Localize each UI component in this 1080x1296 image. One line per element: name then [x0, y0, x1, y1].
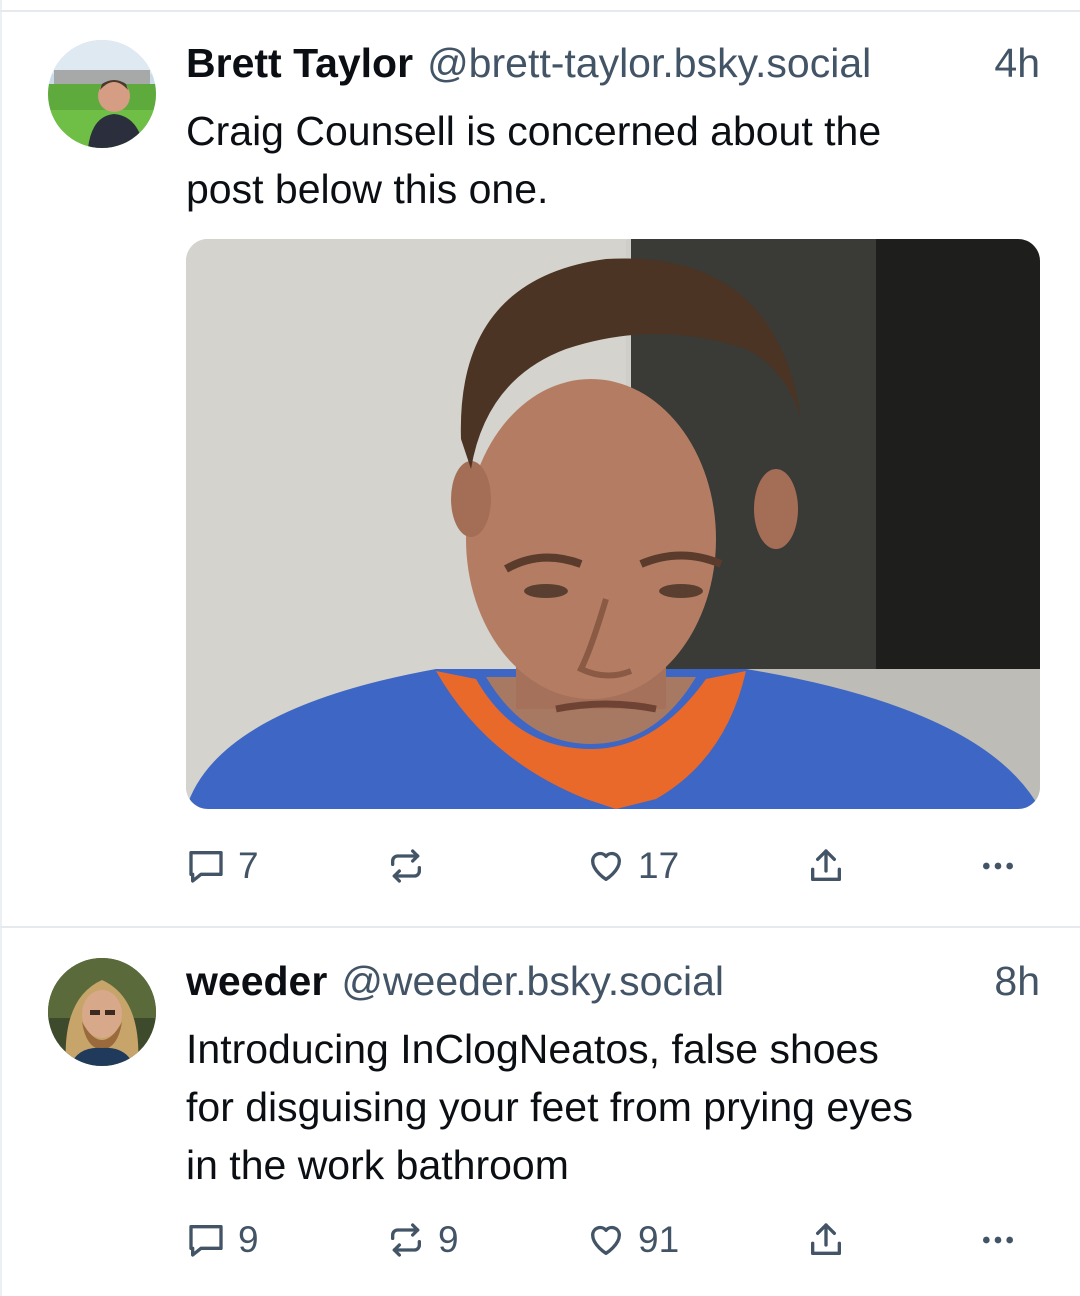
share-button[interactable] — [806, 842, 846, 890]
feed-post[interactable]: Brett Taylor @brett-taylor.bsky.social 4… — [0, 0, 1080, 926]
share-button[interactable] — [806, 1216, 846, 1264]
repost-arrows-icon — [386, 1220, 426, 1260]
post-text-line: Introducing InClogNeatos, false shoes — [186, 1026, 879, 1072]
post-text-line: for disguising your feet from prying eye… — [186, 1084, 913, 1130]
reply-count: 9 — [238, 1219, 259, 1260]
post-actions: 9 9 91 — [186, 1216, 1040, 1264]
repost-button[interactable] — [386, 842, 438, 890]
post-text: Introducing InClogNeatos, false shoes fo… — [186, 1020, 1040, 1194]
like-count: 17 — [638, 845, 680, 886]
post-image[interactable] — [186, 239, 1040, 809]
speech-bubble-icon — [186, 846, 226, 886]
share-arrow-icon — [806, 846, 846, 886]
reply-count: 7 — [238, 845, 259, 886]
reply-button[interactable]: 9 — [186, 1216, 259, 1264]
post-text-line: in the work bathroom — [186, 1142, 569, 1188]
post-header: Brett Taylor @brett-taylor.bsky.social 4… — [186, 40, 1040, 96]
post-text-line: post below this one. — [186, 166, 549, 212]
author-name[interactable]: Brett Taylor — [186, 40, 413, 87]
heart-icon — [586, 846, 626, 886]
avatar[interactable] — [48, 40, 156, 148]
like-count: 91 — [638, 1219, 680, 1260]
post-actions: 7 17 — [186, 842, 1040, 890]
post-timestamp[interactable]: 8h — [994, 958, 1040, 1005]
like-button[interactable]: 17 — [586, 842, 679, 890]
author-handle[interactable]: @brett-taylor.bsky.social — [427, 40, 871, 87]
repost-count: 9 — [438, 1219, 459, 1260]
post-text: Craig Counsell is concerned about the po… — [186, 102, 1040, 218]
like-button[interactable]: 91 — [586, 1216, 679, 1264]
post-header: weeder @weeder.bsky.social 8h — [186, 958, 1040, 1014]
speech-bubble-icon — [186, 1220, 226, 1260]
repost-button[interactable]: 9 — [386, 1216, 459, 1264]
heart-icon — [586, 1220, 626, 1260]
author-handle[interactable]: @weeder.bsky.social — [341, 958, 724, 1005]
more-options-button[interactable] — [978, 1216, 1018, 1264]
ellipsis-icon — [978, 1220, 1018, 1260]
post-text-line: Craig Counsell is concerned about the — [186, 108, 882, 154]
post-timestamp[interactable]: 4h — [994, 40, 1040, 87]
more-options-button[interactable] — [978, 842, 1018, 890]
share-arrow-icon — [806, 1220, 846, 1260]
repost-arrows-icon — [386, 846, 426, 886]
avatar[interactable] — [48, 958, 156, 1066]
feed-post[interactable]: weeder @weeder.bsky.social 8h Introducin… — [0, 928, 1080, 1296]
ellipsis-icon — [978, 846, 1018, 886]
author-name[interactable]: weeder — [186, 958, 327, 1005]
reply-button[interactable]: 7 — [186, 842, 259, 890]
